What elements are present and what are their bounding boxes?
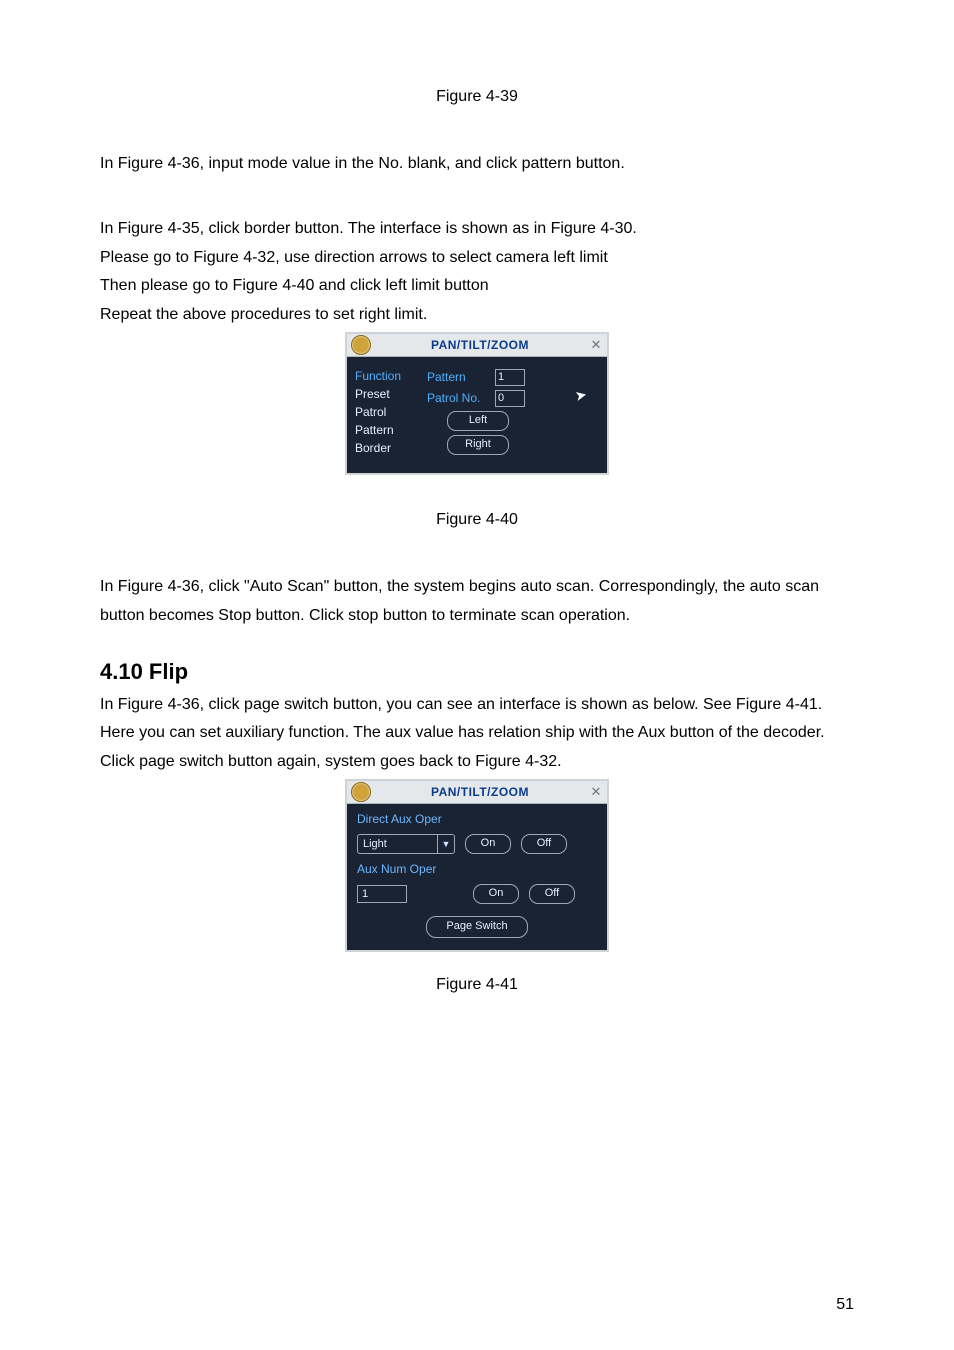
sidebar-item-patrol[interactable]: Patrol: [355, 405, 427, 419]
paragraph-3: Please go to Figure 4-32, use direction …: [100, 244, 854, 273]
paragraph-1: In Figure 4-36, input mode value in the …: [100, 150, 854, 179]
ptz-titlebar: PAN/TILT/ZOOM ✕: [347, 334, 607, 357]
aux-num-label: Aux Num Oper: [357, 862, 597, 876]
section-heading-flip: 4.10 Flip: [100, 659, 854, 685]
figure-41-caption: Figure 4-41: [100, 976, 854, 994]
paragraph-8: Click page switch button again, system g…: [100, 748, 854, 777]
aux-num-off-button[interactable]: Off: [529, 884, 575, 904]
sidebar-item-pattern[interactable]: Pattern: [355, 423, 427, 437]
paragraph-4: Then please go to Figure 4-40 and click …: [100, 272, 854, 301]
pattern-value-input[interactable]: 1: [495, 369, 525, 386]
paragraph-2: In Figure 4-35, click border button. The…: [100, 215, 854, 244]
direct-aux-select-value: Light: [358, 838, 437, 850]
sidebar-item-preset[interactable]: Preset: [355, 387, 427, 401]
right-limit-button[interactable]: Right: [447, 435, 509, 455]
close-icon[interactable]: ✕: [589, 338, 603, 352]
direct-aux-select[interactable]: Light ▼: [357, 834, 455, 854]
aux-num-input[interactable]: 1: [357, 885, 407, 903]
page-number: 51: [836, 1296, 854, 1314]
figure-39-caption: Figure 4-39: [100, 88, 854, 106]
sidebar-item-border[interactable]: Border: [355, 441, 427, 455]
aux-num-on-button[interactable]: On: [473, 884, 519, 904]
sidebar-item-function[interactable]: Function: [355, 369, 427, 383]
document-page: Figure 4-39 In Figure 4-36, input mode v…: [0, 0, 954, 1350]
page-switch-button[interactable]: Page Switch: [426, 916, 528, 938]
paragraph-7: In Figure 4-36, click page switch button…: [100, 691, 854, 749]
direct-aux-label: Direct Aux Oper: [357, 812, 597, 826]
paragraph-6: In Figure 4-36, click "Auto Scan" button…: [100, 573, 854, 631]
pattern-label: Pattern: [427, 370, 489, 384]
ptz-sidebar: Function Preset Patrol Pattern Border: [355, 369, 427, 455]
close-icon[interactable]: ✕: [589, 785, 603, 799]
ptz-limit-panel: PAN/TILT/ZOOM ✕ Function Preset Patrol P…: [345, 332, 609, 475]
patrol-no-input[interactable]: 0: [495, 390, 525, 407]
ptz-aux-title: PAN/TILT/ZOOM: [377, 785, 583, 799]
app-logo-icon: [351, 335, 371, 355]
paragraph-5: Repeat the above procedures to set right…: [100, 301, 854, 330]
left-limit-button[interactable]: Left: [447, 411, 509, 431]
direct-aux-on-button[interactable]: On: [465, 834, 511, 854]
ptz-aux-titlebar: PAN/TILT/ZOOM ✕: [347, 781, 607, 804]
ptz-aux-panel: PAN/TILT/ZOOM ✕ Direct Aux Oper Light ▼ …: [345, 779, 609, 952]
app-logo-icon: [351, 782, 371, 802]
direct-aux-off-button[interactable]: Off: [521, 834, 567, 854]
ptz-title: PAN/TILT/ZOOM: [377, 338, 583, 352]
patrol-no-label: Patrol No.: [427, 391, 489, 405]
figure-40-caption: Figure 4-40: [100, 511, 854, 529]
chevron-down-icon: ▼: [437, 835, 454, 853]
